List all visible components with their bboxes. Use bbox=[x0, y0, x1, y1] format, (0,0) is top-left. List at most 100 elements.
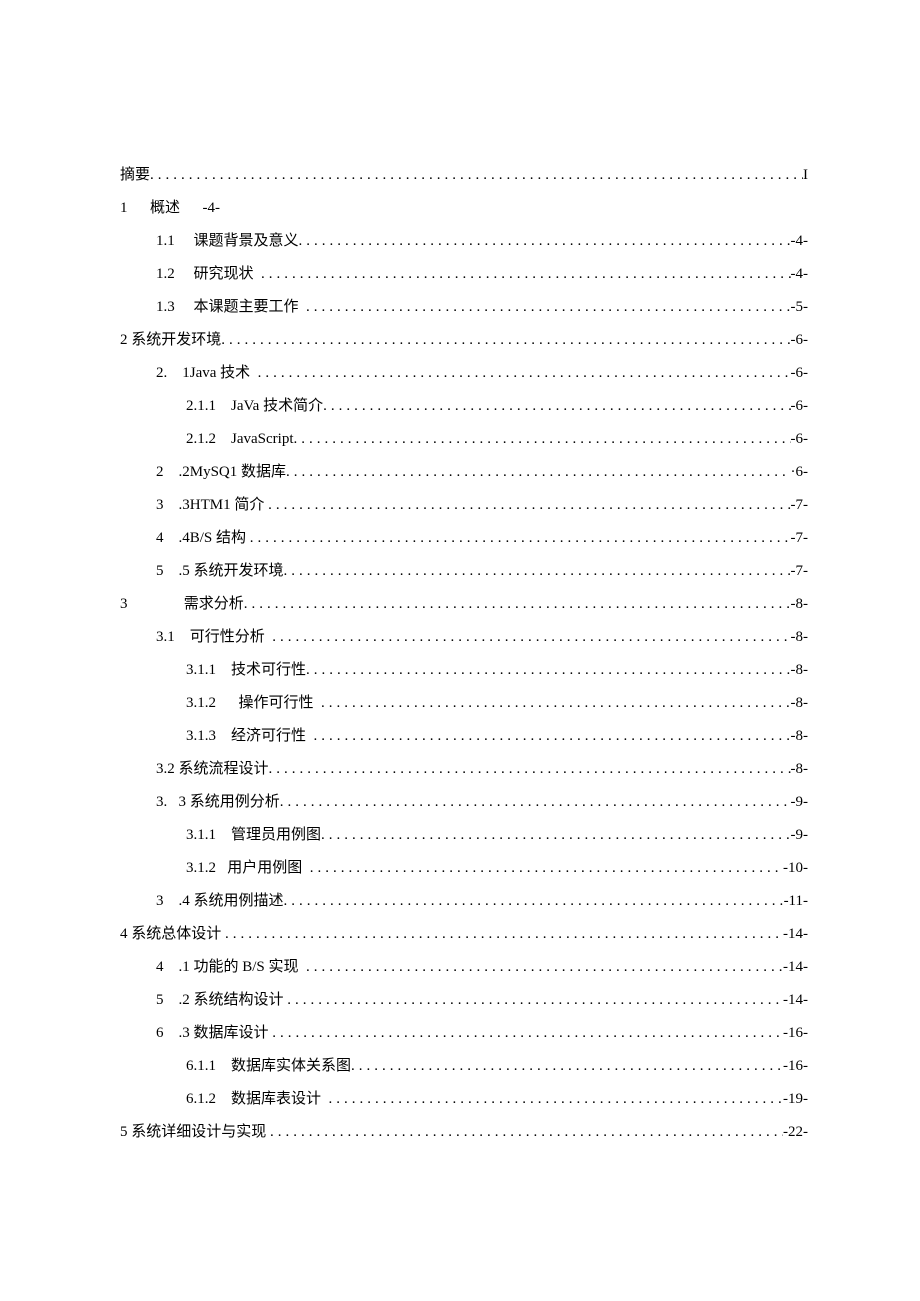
toc-entry: 2 系统开发环境 -6- bbox=[120, 333, 808, 348]
toc-entry-page: -8- bbox=[791, 597, 809, 612]
toc-entry-label: 3 .4 系统用例描述 bbox=[120, 894, 284, 909]
toc-entry-page: -8- bbox=[791, 696, 809, 711]
toc-entry-page: I bbox=[803, 168, 808, 183]
toc-entry: 5 .2 系统结构设计 -14- bbox=[120, 993, 808, 1008]
toc-entry-label: 3.1 可行性分析 bbox=[120, 630, 272, 645]
toc-entry: 3.1.2 用户用例图 -10- bbox=[120, 861, 808, 876]
page-content: { "toc": [ { "indent": 0, "label": "摘要",… bbox=[0, 0, 920, 1301]
toc-entry-page: -11- bbox=[784, 894, 808, 909]
toc-entry: 3.1.1 技术可行性 -8- bbox=[120, 663, 808, 678]
toc-leader-dots bbox=[306, 300, 790, 315]
toc-leader-dots bbox=[221, 333, 790, 348]
toc-leader-dots bbox=[261, 267, 790, 282]
toc-leader-dots bbox=[258, 366, 791, 381]
toc-entry-page: -10- bbox=[783, 861, 808, 876]
toc-entry-page: -5- bbox=[791, 300, 809, 315]
toc-entry-label: 4 .4B/S 结构 bbox=[120, 531, 250, 546]
toc-entry-page: -14- bbox=[783, 927, 808, 942]
toc-entry: 3.1.1 管理员用例图-9- bbox=[120, 828, 808, 843]
toc-entry-page: -19- bbox=[783, 1092, 808, 1107]
toc-entry-page: ·6- bbox=[787, 465, 808, 480]
toc-entry-page: -9- bbox=[791, 795, 809, 810]
toc-entry: 2. 1Java 技术 -6- bbox=[120, 366, 808, 381]
toc-entry-label: 1 概述 -4- bbox=[120, 201, 220, 216]
toc-leader-dots bbox=[321, 696, 790, 711]
toc-leader-dots bbox=[284, 894, 784, 909]
toc-entry-label: 5 系统详细设计与实现 bbox=[120, 1125, 270, 1140]
toc-leader-dots bbox=[306, 960, 783, 975]
toc-entry-page: -4- bbox=[791, 234, 809, 249]
toc-leader-dots bbox=[287, 993, 783, 1008]
toc-entry-label: 1.3 本课题主要工作 bbox=[120, 300, 306, 315]
toc-entry: 1.2 研究现状 -4- bbox=[120, 267, 808, 282]
toc-entry-label: 2 .2MySQ1 数据库 bbox=[120, 465, 286, 480]
toc-leader-dots bbox=[351, 1059, 783, 1074]
toc-leader-dots bbox=[323, 399, 790, 414]
toc-entry: 5 系统详细设计与实现 -22- bbox=[120, 1125, 808, 1140]
toc-entry-label: 2.1.2 JavaScript bbox=[120, 432, 293, 447]
toc-entry-label: 2.1.1 JaVa 技术简介 bbox=[120, 399, 323, 414]
toc-entry-page: -8- bbox=[791, 729, 809, 744]
toc-entry-page: -22- bbox=[783, 1125, 808, 1140]
toc-entry: 摘要 I bbox=[120, 168, 808, 183]
toc-entry: 3.2 系统流程设计 -8- bbox=[120, 762, 808, 777]
toc-entry-label: 5 .5 系统开发环境 bbox=[120, 564, 284, 579]
toc-leader-dots bbox=[329, 1092, 783, 1107]
toc-entry: 1.3 本课题主要工作 -5- bbox=[120, 300, 808, 315]
toc-entry-page: -7- bbox=[791, 498, 809, 513]
toc-entry: 3.1.2 操作可行性 -8- bbox=[120, 696, 808, 711]
toc-leader-dots bbox=[280, 795, 791, 810]
toc-entry-label: 6.1.2 数据库表设计 bbox=[120, 1092, 329, 1107]
toc-entry-label: 6.1.1 数据库实体关系图 bbox=[120, 1059, 351, 1074]
toc-leader-dots bbox=[225, 927, 783, 942]
toc-entry: 2.1.1 JaVa 技术简介 -6- bbox=[120, 399, 808, 414]
toc-entry-label: 2. 1Java 技术 bbox=[120, 366, 258, 381]
toc-entry: 3. 3 系统用例分析 -9- bbox=[120, 795, 808, 810]
toc-entry-label: 3. 3 系统用例分析 bbox=[120, 795, 280, 810]
toc-entry-page: -6- bbox=[791, 366, 809, 381]
toc-entry-page: -4- bbox=[791, 267, 809, 282]
toc-entry-label: 3.1.2 用户用例图 bbox=[120, 861, 310, 876]
toc-leader-dots bbox=[286, 465, 787, 480]
toc-entry-label: 2 系统开发环境 bbox=[120, 333, 221, 348]
toc-entry: 3 .3HTM1 简介 -7- bbox=[120, 498, 808, 513]
toc-leader-dots bbox=[272, 1026, 783, 1041]
toc-entry-label: 6 .3 数据库设计 bbox=[120, 1026, 272, 1041]
toc-entry-label: 3.1.1 技术可行性 bbox=[120, 663, 306, 678]
toc-entry: 3 .4 系统用例描述 -11- bbox=[120, 894, 808, 909]
toc-entry-label: 3.1.2 操作可行性 bbox=[120, 696, 321, 711]
toc-entry: 6.1.2 数据库表设计 -19- bbox=[120, 1092, 808, 1107]
toc-leader-dots bbox=[299, 234, 791, 249]
toc-leader-dots bbox=[310, 861, 783, 876]
toc-leader-dots bbox=[250, 531, 791, 546]
toc-entry-page: -14- bbox=[783, 993, 808, 1008]
table-of-contents: 摘要I1 概述 -4-1.1 课题背景及意义-4-1.2 研究现状 -4-1.3… bbox=[120, 168, 808, 1140]
toc-entry: 3.1 可行性分析 -8- bbox=[120, 630, 808, 645]
toc-entry-page: -6- bbox=[791, 333, 809, 348]
toc-entry: 4 .4B/S 结构 -7- bbox=[120, 531, 808, 546]
toc-leader-dots bbox=[268, 498, 790, 513]
toc-entry: 3.1.3 经济可行性 -8- bbox=[120, 729, 808, 744]
toc-entry: 1 概述 -4- bbox=[120, 201, 808, 216]
toc-entry-page: -7- bbox=[791, 564, 809, 579]
toc-entry: 2.1.2 JavaScript-6- bbox=[120, 432, 808, 447]
toc-entry: 4 .1 功能的 B/S 实现 -14- bbox=[120, 960, 808, 975]
toc-entry-label: 3.2 系统流程设计 bbox=[120, 762, 269, 777]
toc-entry-page: -6- bbox=[791, 399, 809, 414]
toc-entry-label: 3 .3HTM1 简介 bbox=[120, 498, 268, 513]
toc-entry: 3 需求分析 -8- bbox=[120, 597, 808, 612]
toc-leader-dots bbox=[270, 1125, 783, 1140]
toc-entry: 1.1 课题背景及意义 -4- bbox=[120, 234, 808, 249]
toc-entry-page: -9- bbox=[791, 828, 809, 843]
toc-entry-page: -8- bbox=[791, 630, 809, 645]
toc-leader-dots bbox=[284, 564, 791, 579]
toc-entry-label: 摘要 bbox=[120, 168, 150, 183]
toc-entry-label: 3.1.3 经济可行性 bbox=[120, 729, 314, 744]
toc-entry-page: -8- bbox=[791, 663, 809, 678]
toc-leader-dots bbox=[314, 729, 791, 744]
toc-leader-dots bbox=[244, 597, 791, 612]
toc-entry-label: 3 需求分析 bbox=[120, 597, 244, 612]
toc-entry-label: 4 .1 功能的 B/S 实现 bbox=[120, 960, 306, 975]
toc-entry-page: -8- bbox=[791, 762, 809, 777]
toc-entry-label: 1.1 课题背景及意义 bbox=[120, 234, 299, 249]
